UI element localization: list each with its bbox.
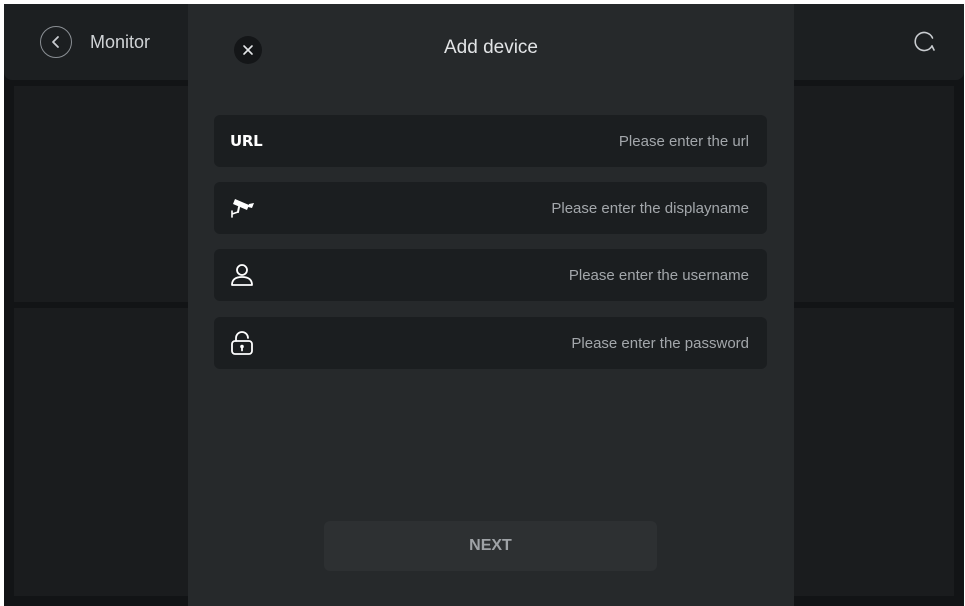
refresh-button[interactable] xyxy=(910,28,938,56)
add-device-dialog: Add device URL Please enter the url Plea… xyxy=(188,4,794,606)
displayname-input[interactable] xyxy=(264,199,749,217)
url-icon: URL xyxy=(230,132,263,150)
refresh-icon xyxy=(914,31,935,52)
back-button[interactable] xyxy=(40,26,72,58)
user-icon xyxy=(230,261,264,289)
page-title: Monitor xyxy=(90,32,151,52)
displayname-field[interactable] xyxy=(214,182,767,234)
username-input[interactable] xyxy=(264,266,749,284)
chevron-left-icon xyxy=(52,36,59,48)
password-field[interactable] xyxy=(214,317,767,369)
lock-icon xyxy=(230,329,264,357)
monitor-screen: Monitor Add device URL Please enter the … xyxy=(4,4,964,606)
camera-icon xyxy=(230,194,264,222)
url-field[interactable]: URL xyxy=(214,115,767,167)
dialog-title: Add device xyxy=(443,37,538,58)
next-button[interactable]: NEXT xyxy=(324,521,657,571)
password-input[interactable] xyxy=(264,334,749,352)
url-input[interactable] xyxy=(264,132,749,150)
username-field[interactable] xyxy=(214,249,767,301)
